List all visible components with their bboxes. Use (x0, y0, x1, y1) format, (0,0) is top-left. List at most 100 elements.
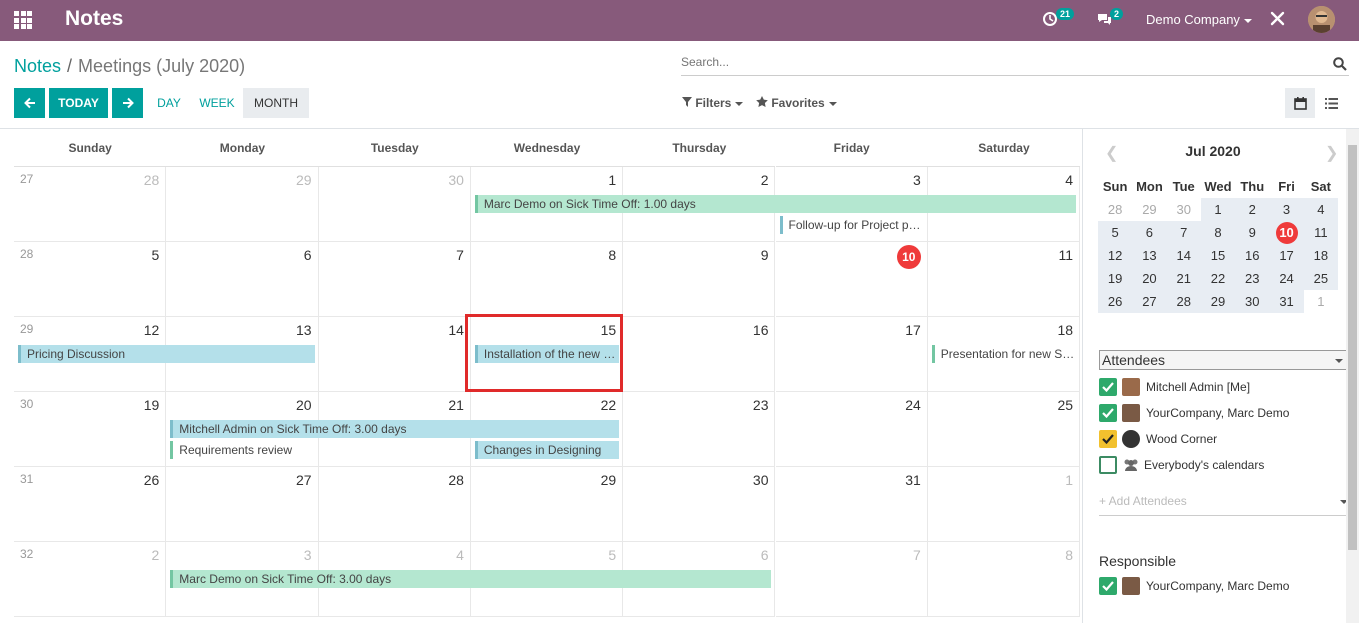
calendar-day-cell[interactable]: 31 (775, 467, 928, 542)
calendar-day-cell[interactable]: 30 (623, 467, 776, 542)
add-attendees-input[interactable]: + Add Attendees (1099, 494, 1348, 516)
mini-calendar-day[interactable]: 30 (1235, 290, 1270, 313)
calendar-day-cell[interactable]: 1 (927, 467, 1081, 542)
mini-calendar-day[interactable]: 5 (1098, 221, 1133, 244)
apps-menu-icon[interactable] (14, 11, 32, 29)
mini-calendar-day[interactable]: 10 (1269, 221, 1304, 244)
checkbox-unchecked[interactable] (1099, 456, 1117, 474)
mini-calendar-day[interactable]: 9 (1235, 221, 1270, 244)
calendar-day-cell[interactable]: 6 (166, 242, 319, 317)
calendar-day-cell[interactable]: 8 (927, 542, 1081, 617)
calendar-event[interactable]: Mitchell Admin on Sick Time Off: 3.00 da… (170, 420, 620, 438)
calendar-day-cell[interactable]: 7 (318, 242, 471, 317)
calendar-event[interactable]: Marc Demo on Sick Time Off: 3.00 days (170, 570, 772, 588)
checkbox-checked[interactable] (1099, 430, 1117, 448)
mini-calendar-day[interactable]: 29 (1200, 290, 1236, 313)
checkbox-checked[interactable] (1099, 577, 1117, 595)
mini-calendar-day[interactable]: 12 (1098, 244, 1133, 267)
calendar-day-cell[interactable]: 14 (318, 317, 471, 392)
today-button[interactable]: TODAY (49, 88, 108, 118)
mini-calendar-day[interactable]: 4 (1303, 198, 1338, 221)
attendee-row[interactable]: YourCompany, Marc Demo (1099, 403, 1289, 423)
debug-tools-button[interactable] (1270, 11, 1285, 35)
mini-calendar-day[interactable]: 23 (1235, 267, 1270, 290)
month-scale-button[interactable]: MONTH (243, 88, 309, 118)
calendar-event[interactable]: Marc Demo on Sick Time Off: 1.00 days (474, 195, 1077, 213)
mini-calendar-day[interactable]: 28 (1098, 198, 1132, 221)
mini-calendar-day[interactable]: 26 (1098, 290, 1133, 313)
messages-button[interactable]: 2 (1096, 8, 1124, 32)
calendar-view-button[interactable] (1285, 88, 1315, 118)
calendar-day-cell[interactable]: 27 28 (14, 167, 167, 242)
calendar-event[interactable]: Requirements review (170, 441, 315, 459)
mini-calendar-day[interactable]: 31 (1269, 290, 1304, 313)
mini-calendar-day[interactable]: 25 (1303, 267, 1338, 290)
mini-calendar-day[interactable]: 21 (1166, 267, 1201, 290)
mini-calendar-day[interactable]: 6 (1132, 221, 1167, 244)
mini-calendar-day[interactable]: 2 (1235, 198, 1270, 221)
mini-calendar-day[interactable]: 24 (1269, 267, 1304, 290)
mini-calendar-day[interactable]: 20 (1132, 267, 1167, 290)
calendar-event[interactable]: Changes in Designing (474, 441, 620, 459)
attendee-row[interactable]: Wood Corner (1099, 429, 1217, 449)
attendees-filter-select[interactable]: Attendees (1099, 350, 1348, 370)
attendee-row[interactable]: Mitchell Admin [Me] (1099, 377, 1250, 397)
calendar-day-cell[interactable]: 16 (623, 317, 776, 392)
mini-calendar-day[interactable]: 16 (1235, 244, 1270, 267)
next-button[interactable] (112, 88, 143, 118)
calendar-day-cell[interactable]: 32 2 (14, 542, 167, 617)
calendar-day-cell[interactable]: 28 (318, 467, 471, 542)
mini-calendar-day[interactable]: 11 (1303, 221, 1338, 244)
calendar-day-cell[interactable]: 24 (775, 392, 928, 467)
attendee-row[interactable]: Everybody's calendars (1099, 455, 1264, 475)
company-switcher[interactable]: Demo Company (1146, 12, 1252, 27)
mini-calendar-day[interactable]: 22 (1200, 267, 1236, 290)
calendar-event[interactable]: Follow-up for Project proposal (779, 216, 924, 234)
calendar-day-cell[interactable]: 17 (775, 317, 928, 392)
mini-calendar-day[interactable]: 8 (1200, 221, 1236, 244)
list-view-button[interactable] (1316, 88, 1346, 118)
previous-button[interactable] (14, 88, 45, 118)
mini-calendar-day[interactable]: 13 (1132, 244, 1167, 267)
activity-button[interactable]: 21 (1042, 8, 1075, 32)
mini-calendar-day[interactable]: 18 (1303, 244, 1338, 267)
calendar-day-cell[interactable]: 30 (318, 167, 471, 242)
responsible-row[interactable]: YourCompany, Marc Demo (1099, 576, 1289, 596)
filters-dropdown[interactable]: Filters (682, 96, 744, 110)
calendar-day-cell[interactable]: 27 (166, 467, 319, 542)
calendar-day-cell[interactable]: 28 5 (14, 242, 167, 317)
calendar-day-cell[interactable]: 7 (775, 542, 928, 617)
checkbox-checked[interactable] (1099, 404, 1117, 422)
mini-calendar-day[interactable]: 15 (1200, 244, 1236, 267)
checkbox-checked[interactable] (1099, 378, 1117, 396)
calendar-day-cell[interactable]: 10 (775, 242, 928, 317)
calendar-day-cell[interactable]: 8 (470, 242, 624, 317)
mini-calendar-day[interactable]: 17 (1269, 244, 1304, 267)
mini-calendar-day[interactable]: 1 (1304, 290, 1338, 313)
mini-calendar-day[interactable]: 29 (1132, 198, 1166, 221)
search-icon[interactable] (1333, 57, 1347, 71)
mini-calendar-day[interactable]: 3 (1269, 198, 1304, 221)
favorites-dropdown[interactable]: Favorites (756, 96, 837, 110)
app-title[interactable]: Notes (65, 7, 123, 31)
calendar-day-cell[interactable]: 31 26 (14, 467, 167, 542)
mini-calendar-day[interactable]: 7 (1166, 221, 1201, 244)
calendar-day-cell[interactable]: 23 (623, 392, 776, 467)
calendar-day-cell[interactable]: 29 (166, 167, 319, 242)
week-scale-button[interactable]: WEEK (193, 88, 241, 118)
calendar-day-cell[interactable]: 29 (470, 467, 624, 542)
mini-calendar-day[interactable]: 27 (1132, 290, 1167, 313)
calendar-day-cell[interactable]: 30 19 (14, 392, 167, 467)
breadcrumb-parent-link[interactable]: Notes (14, 56, 61, 76)
mini-calendar-day[interactable]: 19 (1098, 267, 1133, 290)
calendar-event[interactable]: Pricing Discussion (18, 345, 315, 363)
chevron-right-icon[interactable]: ❯ (1325, 143, 1338, 163)
day-scale-button[interactable]: DAY (150, 88, 188, 118)
mini-calendar-day[interactable]: 1 (1200, 198, 1236, 221)
calendar-day-cell[interactable]: 25 (927, 392, 1081, 467)
calendar-day-cell[interactable]: 11 (927, 242, 1081, 317)
sidebar-scrollbar-thumb[interactable] (1348, 145, 1357, 550)
search-input[interactable] (681, 55, 1321, 69)
mini-calendar-day[interactable]: 14 (1166, 244, 1201, 267)
mini-calendar-day[interactable]: 30 (1167, 198, 1201, 221)
